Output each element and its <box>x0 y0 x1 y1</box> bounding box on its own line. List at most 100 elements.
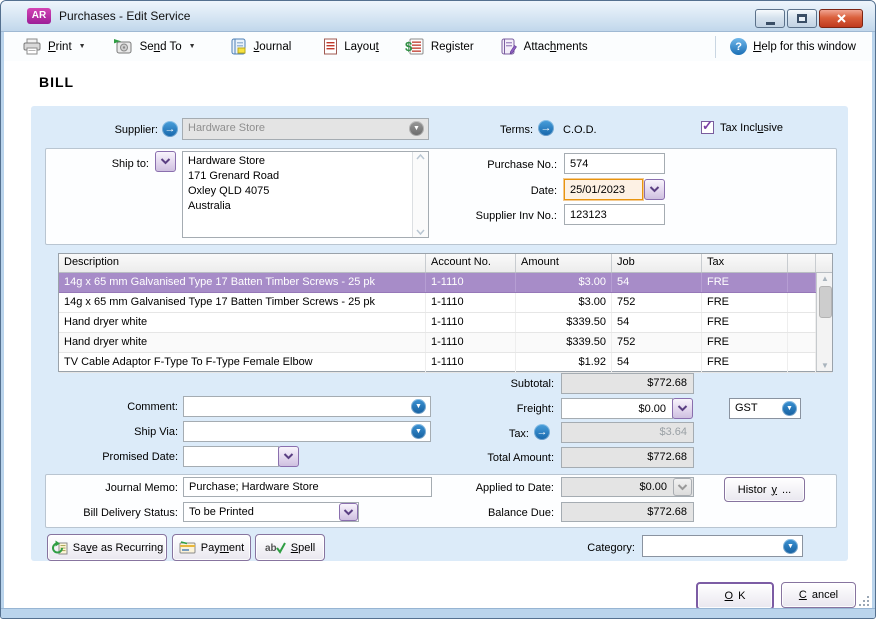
account-cell: 1-1110 <box>426 313 516 332</box>
payment-button[interactable]: Payment <box>172 534 251 561</box>
table-row[interactable]: 14g x 65 mm Galvanised Type 17 Batten Ti… <box>59 273 832 293</box>
column-header-tax: Tax <box>702 254 788 272</box>
scroll-down-icon: ▼ <box>821 361 829 370</box>
supplier-input: Hardware Store <box>182 118 429 140</box>
tax-cell: FRE <box>702 333 788 352</box>
app-badge-icon: AR <box>27 8 51 24</box>
description-cell: 14g x 65 mm Galvanised Type 17 Batten Ti… <box>59 293 426 312</box>
journal-button[interactable]: Journal <box>224 34 298 60</box>
category-select-icon[interactable]: ▼ <box>783 539 798 554</box>
payment-icon <box>179 540 196 555</box>
date-label: Date: <box>421 184 557 198</box>
window-title: Purchases - Edit Service <box>59 9 190 23</box>
promised-date-input[interactable] <box>183 446 279 467</box>
table-row[interactable]: TV Cable Adaptor F-Type To F-Type Female… <box>59 353 832 373</box>
resize-grip-icon[interactable] <box>859 595 871 607</box>
table-row[interactable]: 14g x 65 mm Galvanised Type 17 Batten Ti… <box>59 293 832 313</box>
svg-text:ab: ab <box>265 543 277 554</box>
job-cell: 752 <box>612 333 702 352</box>
freight-input[interactable] <box>561 398 673 419</box>
help-button[interactable]: ? Help for this window <box>724 34 862 60</box>
journal-memo-input[interactable] <box>183 477 432 497</box>
chevron-down-icon <box>649 186 660 193</box>
spell-check-icon: ab <box>265 541 286 555</box>
table-header: Description Account No. Amount Job Tax <box>59 254 832 273</box>
column-header-scroll <box>816 254 832 272</box>
supplier-inv-no-input[interactable] <box>564 204 665 225</box>
tax-label: Tax: <box>421 427 529 441</box>
ship-via-input[interactable] <box>183 421 431 442</box>
account-cell: 1-1110 <box>426 273 516 292</box>
layout-button[interactable]: Layout <box>317 34 385 60</box>
window: AR Purchases - Edit Service Print▼ Send … <box>0 0 876 619</box>
promised-date-dropdown-button[interactable] <box>278 446 299 467</box>
maximize-button[interactable] <box>787 9 817 28</box>
column-header-blank <box>788 254 816 272</box>
minimize-button[interactable] <box>755 9 785 28</box>
send-to-label: Send To <box>140 41 182 53</box>
chevron-down-icon <box>677 484 688 491</box>
amount-cell: $339.50 <box>516 313 612 332</box>
supplier-inv-no-label: Supplier Inv No.: <box>421 209 557 223</box>
maximize-icon <box>797 14 807 23</box>
register-button[interactable]: $ Register <box>399 34 480 60</box>
applied-to-date-dropdown-button <box>673 478 692 496</box>
bill-delivery-status-select[interactable]: To be Printed <box>183 502 359 522</box>
spell-button[interactable]: ab Spell <box>255 534 325 561</box>
scrollbar-thumb[interactable] <box>819 286 832 318</box>
window-frame-bottom <box>1 608 875 619</box>
payment-label: Payment <box>201 542 244 554</box>
tax-inclusive-checkbox[interactable]: ✓ <box>701 121 714 134</box>
subtotal-value: $772.68 <box>561 373 694 394</box>
account-cell: 1-1110 <box>426 353 516 372</box>
save-as-recurring-button[interactable]: Save as Recurring <box>47 534 167 561</box>
column-header-job: Job <box>612 254 702 272</box>
close-icon <box>837 14 846 23</box>
help-label: Help for this window <box>753 41 856 53</box>
tax-cell: FRE <box>702 313 788 332</box>
amount-cell: $1.92 <box>516 353 612 372</box>
purchase-no-label: Purchase No.: <box>421 158 557 172</box>
address-line: Oxley QLD 4075 <box>183 184 428 199</box>
check-icon: ✓ <box>702 118 713 134</box>
tax-inclusive-label: Tax Inclusive <box>720 121 783 135</box>
date-dropdown-button[interactable] <box>644 179 665 200</box>
promised-date-label: Promised Date: <box>41 450 178 464</box>
tax-code-select-icon[interactable]: ▼ <box>782 401 797 416</box>
page-title: BILL <box>39 74 74 90</box>
date-input[interactable] <box>564 179 643 200</box>
table-row[interactable]: Hand dryer white 1-1110 $339.50 752 FRE <box>59 333 832 353</box>
tax-detail-arrow-icon[interactable]: → <box>534 424 550 440</box>
bill-delivery-dropdown-button[interactable] <box>339 503 358 521</box>
balance-due-label: Balance Due: <box>421 506 554 520</box>
print-button[interactable]: Print▼ <box>16 34 92 60</box>
category-input[interactable] <box>642 535 803 557</box>
toolbar-divider <box>715 36 716 58</box>
comment-input[interactable] <box>183 396 431 417</box>
ok-button[interactable]: OK <box>696 582 774 610</box>
terms-value: C.O.D. <box>563 123 597 137</box>
description-cell: TV Cable Adaptor F-Type To F-Type Female… <box>59 353 426 372</box>
printer-icon <box>22 38 42 55</box>
ship-to-address[interactable]: Hardware Store 171 Grenard Road Oxley QL… <box>182 151 429 238</box>
register-icon: $ <box>405 38 425 55</box>
register-label: Register <box>431 41 474 53</box>
supplier-detail-arrow-icon[interactable]: → <box>162 121 178 137</box>
table-row[interactable]: Hand dryer white 1-1110 $339.50 54 FRE <box>59 313 832 333</box>
close-button[interactable] <box>819 9 863 28</box>
ship-to-dropdown-button[interactable] <box>155 151 176 172</box>
attachments-button[interactable]: Attachments <box>494 34 594 60</box>
send-to-icon <box>112 38 134 55</box>
supplier-dropdown-icon: ▼ <box>409 121 424 136</box>
cancel-button[interactable]: Cancel <box>781 582 856 608</box>
chevron-down-icon <box>283 453 294 460</box>
terms-detail-arrow-icon[interactable]: → <box>538 120 554 136</box>
subtotal-label: Subtotal: <box>421 377 554 391</box>
send-to-button[interactable]: Send To▼ <box>106 34 202 60</box>
purchase-no-input[interactable] <box>564 153 665 174</box>
table-scrollbar[interactable]: ▲ ▼ <box>816 273 832 371</box>
freight-dropdown-button[interactable] <box>672 398 693 419</box>
titlebar[interactable]: AR Purchases - Edit Service <box>1 1 875 32</box>
history-button[interactable]: History... <box>724 477 805 502</box>
address-line: Hardware Store <box>183 152 428 169</box>
